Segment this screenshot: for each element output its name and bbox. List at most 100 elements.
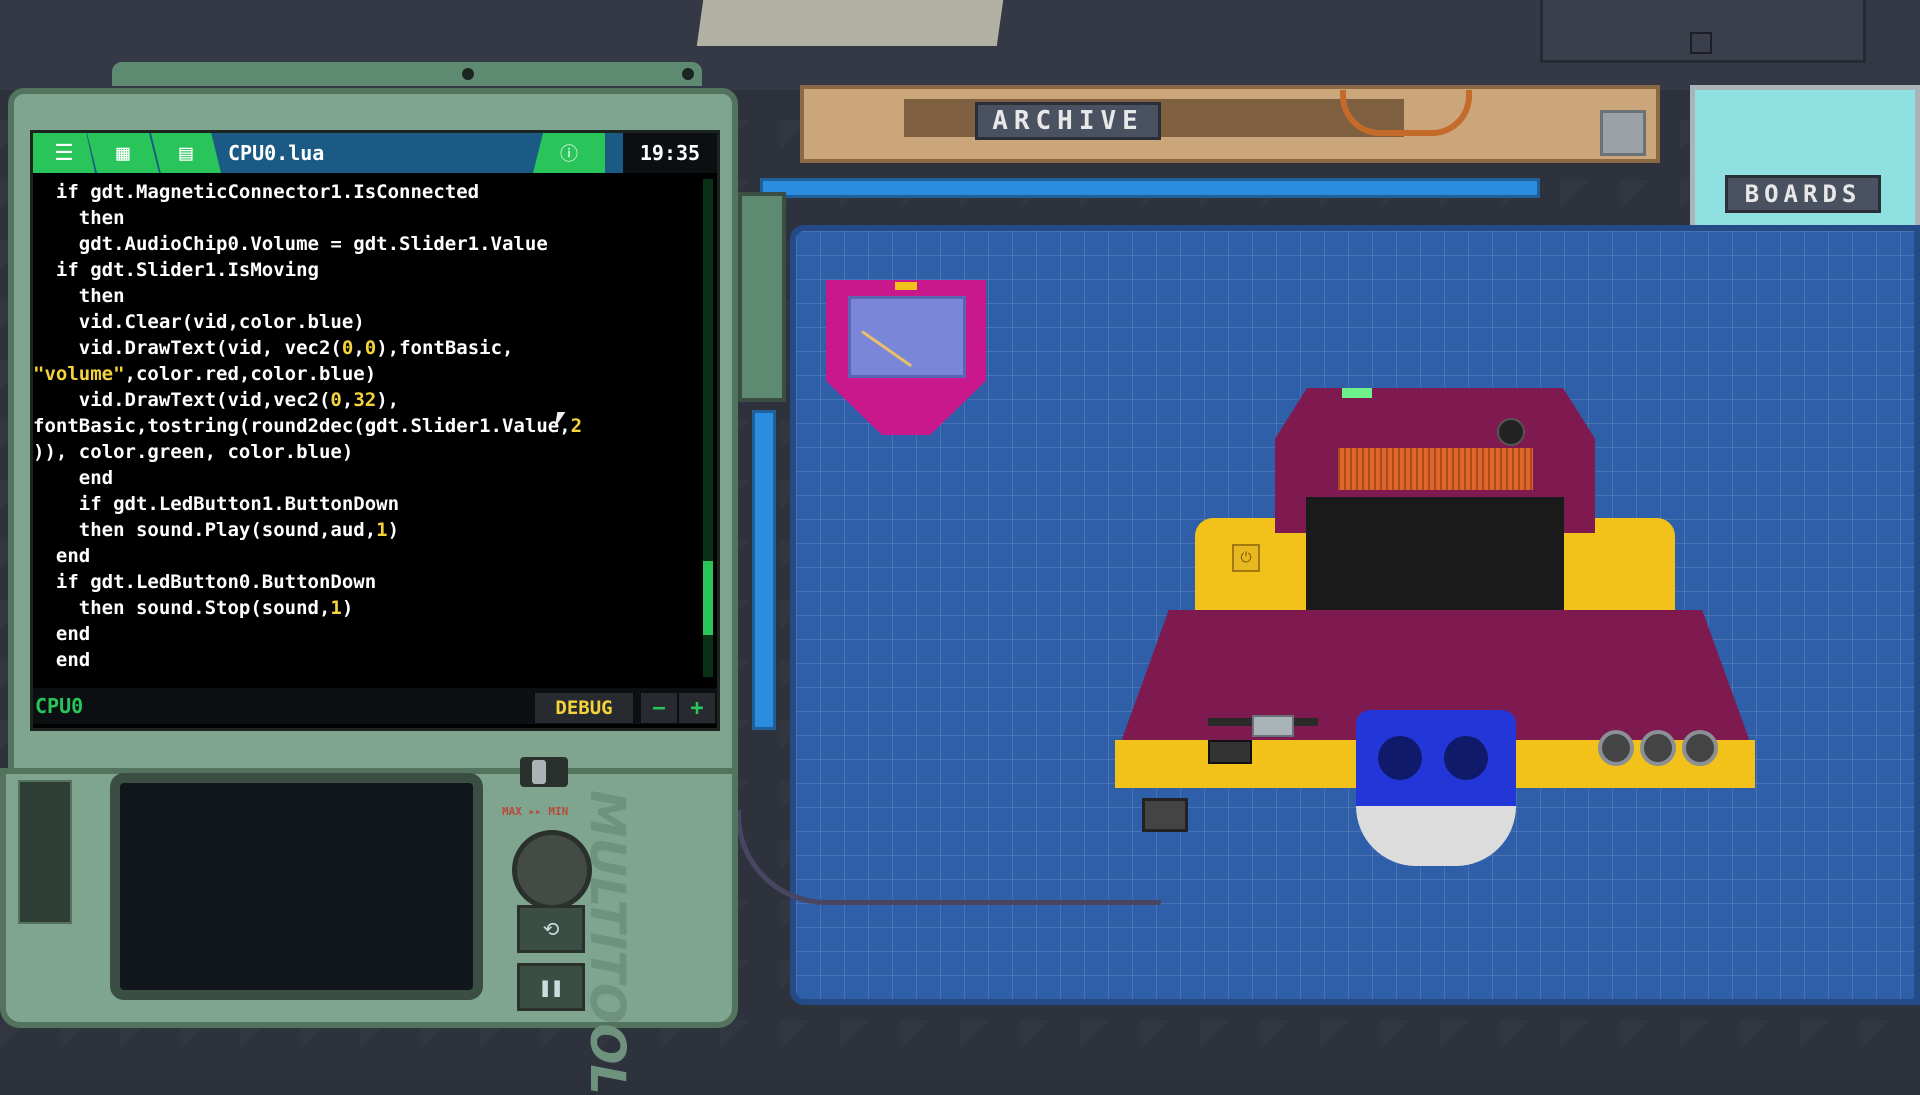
device-slider-knob[interactable]	[1208, 740, 1252, 764]
scrollbar-thumb[interactable]	[703, 561, 713, 635]
code-token: 1	[330, 597, 342, 619]
archive-label[interactable]: ARCHIVE	[975, 102, 1161, 140]
code-line[interactable]: if gdt.LedButton0.ButtonDown	[33, 569, 697, 595]
bolt	[462, 68, 474, 80]
code-line[interactable]: vid.DrawText(vid,vec2(0,32),	[33, 387, 697, 413]
code-editor[interactable]: ☰ ▦ ▤ CPU0.lua ⓘ 19:35 if gdt.MagneticCo…	[30, 130, 720, 731]
code-line[interactable]: end	[33, 621, 697, 647]
code-token: 0	[341, 337, 354, 359]
code-token: 1	[376, 519, 388, 541]
zoom-out-button[interactable]: −	[641, 693, 677, 723]
clock: 19:35	[623, 133, 717, 173]
code-line[interactable]: end	[33, 647, 697, 673]
code-token: )	[387, 519, 400, 541]
code-line[interactable]: if gdt.LedButton1.ButtonDown	[33, 491, 697, 517]
code-token: )	[341, 597, 354, 619]
debug-button[interactable]: DEBUG	[535, 693, 633, 723]
zoom-in-button[interactable]: +	[679, 693, 715, 723]
code-token: end	[33, 467, 114, 489]
code-line[interactable]: fontBasic,tostring(round2dec(gdt.Slider1…	[33, 413, 697, 439]
archive-shelf[interactable]	[800, 85, 1660, 163]
device-screen	[1306, 497, 1564, 623]
boards-label[interactable]: BOARDS	[1725, 175, 1881, 213]
device-led	[1342, 388, 1372, 398]
code-token: if gdt.MagneticConnector1.IsConnected	[33, 181, 480, 203]
device-slider-handle[interactable]	[1252, 715, 1294, 737]
menu-tab[interactable]: ☰	[33, 133, 95, 173]
info-tab[interactable]: ⓘ	[533, 133, 605, 173]
code-area[interactable]: if gdt.MagneticConnector1.IsConnected th…	[33, 179, 697, 679]
code-token: "volume"	[33, 363, 125, 385]
code-token: gdt.AudioChip0.Volume = gdt.Slider1.Valu…	[33, 233, 548, 255]
save-icon[interactable]	[1690, 32, 1712, 54]
multitool-brand: MULTITOOL	[579, 790, 635, 1095]
code-token: )), color.green, color.blue)	[33, 441, 354, 463]
reset-button[interactable]: ⟲	[517, 905, 585, 953]
multitool-monitor	[110, 773, 483, 1000]
vu-meter-face	[848, 296, 966, 378]
blue-pipe-vertical	[752, 410, 776, 730]
code-token: 2	[570, 415, 583, 437]
max-min-label: MAX ▸▸ MIN	[502, 805, 569, 818]
pause-icon: ❚❚	[538, 975, 564, 999]
code-token: 0	[330, 389, 342, 411]
editor-header: ☰ ▦ ▤ CPU0.lua ⓘ 19:35	[33, 133, 717, 173]
speaker-right	[1444, 736, 1488, 780]
left-pcb	[18, 780, 72, 924]
code-token: 0	[364, 337, 377, 359]
code-token: ),fontBasic,	[376, 337, 514, 359]
power-icon[interactable]: ⏻	[1232, 544, 1260, 572]
code-token: ,color.red,color.blue)	[124, 363, 377, 385]
code-line[interactable]: then sound.Play(sound,aud,1)	[33, 517, 697, 543]
code-token: end	[33, 545, 91, 567]
code-token: vid.DrawText(vid,vec2(	[33, 389, 331, 411]
device-knob-1[interactable]	[1598, 730, 1634, 766]
code-line[interactable]: then sound.Stop(sound,1)	[33, 595, 697, 621]
document-icon: ▤	[179, 140, 193, 166]
side-connector	[738, 192, 786, 402]
code-line[interactable]: vid.Clear(vid,color.blue)	[33, 309, 697, 335]
code-line[interactable]: vid.DrawText(vid, vec2(0,0),fontBasic,	[33, 335, 697, 361]
archive-cable	[1340, 90, 1472, 136]
code-token: end	[33, 623, 91, 645]
device-knob-3[interactable]	[1682, 730, 1718, 766]
code-token: if gdt.Slider1.IsMoving	[33, 259, 319, 281]
code-line[interactable]: then	[33, 205, 697, 231]
toggle-knob[interactable]	[532, 760, 546, 784]
code-line[interactable]: end	[33, 543, 697, 569]
code-line[interactable]: if gdt.MagneticConnector1.IsConnected	[33, 179, 697, 205]
connection-cable[interactable]	[736, 810, 1161, 905]
speaker-left	[1378, 736, 1422, 780]
code-token: then sound.Stop(sound,	[33, 597, 331, 619]
code-token: then sound.Play(sound,aud,	[33, 519, 377, 541]
paper-sheet	[696, 0, 1004, 46]
circuit-board-icon: ▦	[116, 140, 130, 166]
reset-icon: ⟲	[542, 917, 560, 941]
blue-pipe	[760, 178, 1540, 198]
board-tab[interactable]: ▦	[87, 133, 159, 173]
code-token: then	[33, 285, 125, 307]
device-knob-2[interactable]	[1640, 730, 1676, 766]
cpu-label: CPU0	[35, 694, 84, 718]
code-token: ,	[353, 337, 365, 359]
code-line[interactable]: "volume",color.red,color.blue)	[33, 361, 697, 387]
pause-button[interactable]: ❚❚	[517, 963, 585, 1011]
bolt	[682, 68, 694, 80]
code-token: if gdt.LedButton1.ButtonDown	[33, 493, 400, 515]
code-line[interactable]: )), color.green, color.blue)	[33, 439, 697, 465]
code-line[interactable]: end	[33, 465, 697, 491]
document-tab[interactable]: ▤	[151, 133, 221, 173]
device-grille	[1338, 448, 1533, 490]
device-switch-icon[interactable]	[1497, 418, 1525, 446]
code-token: ,	[341, 389, 354, 411]
code-token: then	[33, 207, 125, 229]
hamburger-menu-icon: ☰	[54, 140, 74, 166]
vu-meter-connector	[895, 282, 917, 290]
code-line[interactable]: gdt.AudioChip0.Volume = gdt.Slider1.Valu…	[33, 231, 697, 257]
code-token: end	[33, 649, 91, 671]
code-line[interactable]: then	[33, 283, 697, 309]
code-token: 32	[353, 389, 377, 411]
housing-top-bar	[112, 62, 702, 86]
code-line[interactable]: if gdt.Slider1.IsMoving	[33, 257, 697, 283]
file-name: CPU0.lua	[228, 141, 325, 165]
